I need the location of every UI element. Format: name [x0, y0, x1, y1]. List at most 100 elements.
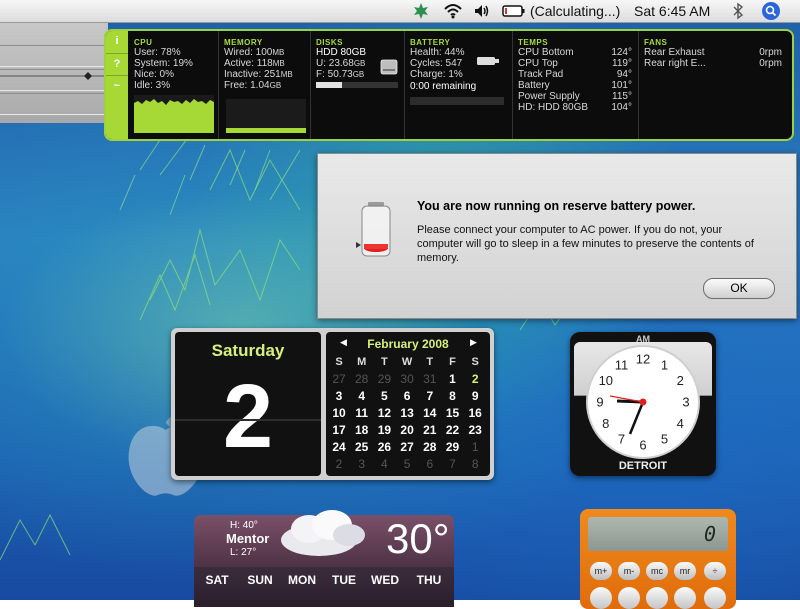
weather-temperature: 30°	[386, 515, 450, 562]
battery-level-bar	[410, 97, 504, 105]
clock-hour-number: 6	[639, 438, 646, 453]
fans-title: FANS	[644, 38, 668, 47]
clock-hour-number: 4	[677, 416, 684, 431]
clock-hour-number: 2	[677, 373, 684, 388]
temp-label: HD: HDD 80GB	[518, 102, 589, 113]
cpu-nice: Nice: 0%	[134, 69, 175, 80]
divide-button[interactable]: ÷	[704, 562, 726, 580]
memory-plus-button[interactable]: m+	[590, 562, 612, 580]
weekday-header: M	[357, 356, 367, 368]
fan-value: 0rpm	[759, 47, 782, 58]
calculator-key[interactable]	[674, 587, 696, 609]
weather-widget[interactable]: H: 40° Mentor L: 27° 30° SAT SUN MON TUE…	[194, 510, 454, 607]
temp-value: 104°	[611, 102, 632, 113]
world-clock-widget[interactable]: AM 12 1 2 3 4 5 6 7 8 9 10 11 DETROIT	[570, 332, 716, 476]
disk-usage-fill	[316, 82, 343, 88]
weather-low: L: 27°	[230, 547, 257, 558]
calendar-day-outside: 30	[400, 372, 414, 386]
istat-widget[interactable]: i ? ~ CPU User: 78% System: 19% Nice: 0%…	[104, 29, 794, 141]
memory-inactive-value: Inactive: 251	[224, 69, 281, 80]
strip-row	[0, 93, 108, 115]
fan-label: Rear right E...	[644, 58, 706, 69]
fans-section: FANS Rear Exhaust 0rpm Rear right E... 0…	[638, 31, 786, 139]
calculator-key[interactable]	[590, 587, 612, 609]
memory-inactive: Inactive: 251MB	[224, 69, 293, 80]
temp-value: 119°	[612, 58, 632, 69]
memory-active-value: Active: 118	[224, 58, 273, 69]
empty-battery-icon	[356, 202, 391, 257]
weekday-header: T	[381, 356, 388, 368]
temp-value: 115°	[612, 91, 632, 102]
clock-hour-number: 3	[682, 395, 689, 410]
calculator-key[interactable]	[646, 587, 668, 609]
pulse-tab[interactable]: ~	[106, 75, 128, 96]
weather-forecast-days: SAT SUN MON TUE WED THU	[194, 567, 454, 607]
calendar-month-title: February 2008	[367, 337, 449, 351]
memory-section: MEMORY Wired: 100MB Active: 118MB Inacti…	[218, 31, 311, 139]
disk-used: U: 23.68GB	[316, 58, 365, 69]
memory-free: Free: 1.04GB	[224, 80, 281, 91]
calendar-day: 26	[377, 440, 392, 454]
memory-recall-button[interactable]: mr	[674, 562, 696, 580]
next-month-arrow-icon[interactable]: ▶	[470, 337, 477, 348]
volume-icon[interactable]	[473, 2, 491, 20]
calendar-day: 15	[445, 406, 460, 420]
calendar-day: 18	[355, 423, 369, 437]
calendar-day-outside: 3	[358, 457, 366, 471]
weekday-header: T	[426, 356, 434, 368]
battery-status-text[interactable]: (Calculating...)	[530, 0, 620, 22]
temp-value: 101°	[611, 80, 632, 91]
memory-minus-button[interactable]: m-	[618, 562, 640, 580]
analog-clock-face: 12 12 3 45678 9 1011	[574, 342, 712, 460]
memory-clear-button[interactable]: mc	[646, 562, 668, 580]
temp-label: Track Pad	[518, 69, 564, 80]
battery-remaining: 0:00 remaining	[410, 81, 477, 92]
background-window-strip	[0, 23, 108, 123]
disk-unit: GB	[353, 59, 366, 68]
weather-high: H: 40°	[230, 520, 258, 531]
calculator-widget[interactable]: 0 m+ m- mc mr ÷	[580, 509, 736, 609]
battery-cycles: Cycles: 547	[410, 58, 463, 69]
ok-button[interactable]: OK	[703, 278, 775, 299]
calendar-day: 1	[449, 372, 456, 386]
calendar-day: 7	[426, 389, 434, 403]
alert-message: Please connect your computer to AC power…	[417, 224, 754, 264]
calendar-date-number: 2	[222, 367, 274, 467]
battery-alert-dialog: You are now running on reserve battery p…	[317, 153, 797, 319]
calendar-day-outside: 7	[449, 457, 456, 471]
bluetooth-icon[interactable]	[732, 2, 744, 20]
disk-usage-bar	[316, 82, 398, 88]
calculator-key[interactable]	[704, 587, 726, 609]
menu-bar: (Calculating...) Sat 6:45 AM	[0, 0, 800, 23]
spotlight-icon[interactable]	[761, 1, 781, 21]
battery-charge: Charge: 1%	[410, 69, 463, 80]
calendar-day-outside: 31	[423, 372, 437, 386]
calendar-day-panel[interactable]: Saturday 2	[175, 332, 321, 476]
calendar-day: 20	[400, 423, 414, 437]
calculator-key[interactable]	[618, 587, 640, 609]
leaf-icon[interactable]	[412, 2, 430, 20]
info-tab[interactable]: i	[106, 31, 128, 51]
strip-row	[0, 45, 108, 67]
menubar-clock[interactable]: Sat 6:45 AM	[634, 0, 710, 22]
temp-label: Power Supply	[518, 91, 580, 102]
flip-divider	[175, 419, 321, 421]
weather-header: H: 40° Mentor L: 27° 30°	[194, 510, 454, 567]
calendar-day: 21	[423, 423, 437, 437]
battery-icon[interactable]	[502, 5, 526, 17]
clock-city-label: DETROIT	[618, 460, 668, 472]
disks-title: DISKS	[316, 38, 343, 47]
forecast-day: THU	[416, 573, 442, 587]
cpu-user: User: 78%	[134, 47, 181, 58]
clock-hour-number: 1	[661, 357, 668, 372]
cpu-system: System: 19%	[134, 58, 193, 69]
weekday-header: W	[401, 356, 413, 368]
calendar-day: 14	[423, 406, 437, 420]
wifi-icon[interactable]	[443, 2, 463, 20]
calendar-widget[interactable]: Saturday 2 ◀ February 2008 ▶ S M T W T F S 27 28…	[171, 328, 494, 480]
calendar-day: 28	[423, 440, 437, 454]
help-tab[interactable]: ?	[106, 53, 128, 74]
calendar-day: 25	[355, 440, 369, 454]
clock-hour-number: 10	[599, 373, 613, 388]
memory-wired-value: Wired: 100	[224, 47, 273, 58]
